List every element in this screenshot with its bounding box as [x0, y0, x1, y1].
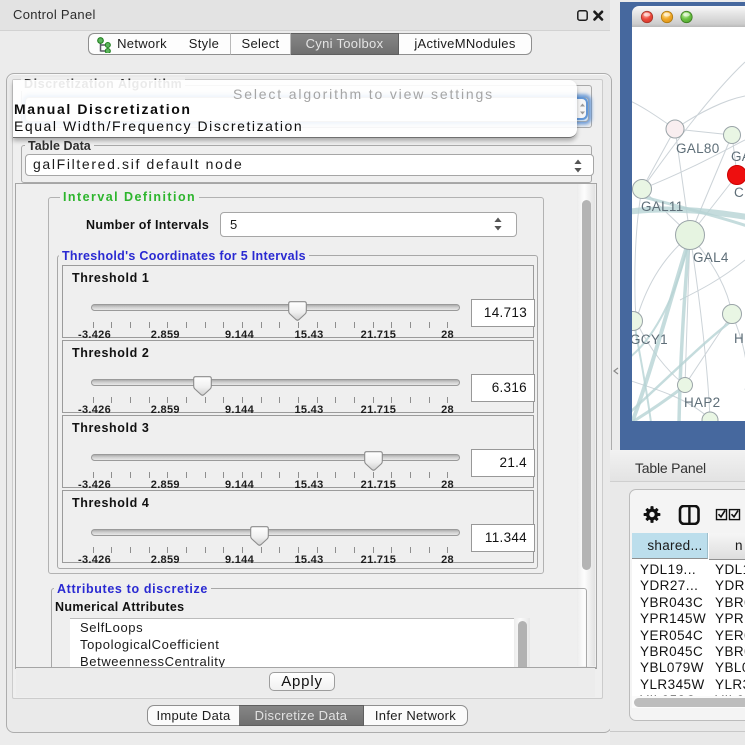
svg-text:GCY1: GCY1 [632, 332, 668, 347]
svg-text:GAL11: GAL11 [641, 199, 684, 214]
svg-text:GAL4: GAL4 [693, 250, 729, 265]
svg-text:C: C [734, 185, 744, 200]
svg-text:GA: GA [731, 149, 745, 164]
svg-text:H: H [734, 331, 744, 346]
svg-text:GAL80: GAL80 [676, 141, 720, 156]
svg-text:HAP2: HAP2 [684, 395, 720, 410]
